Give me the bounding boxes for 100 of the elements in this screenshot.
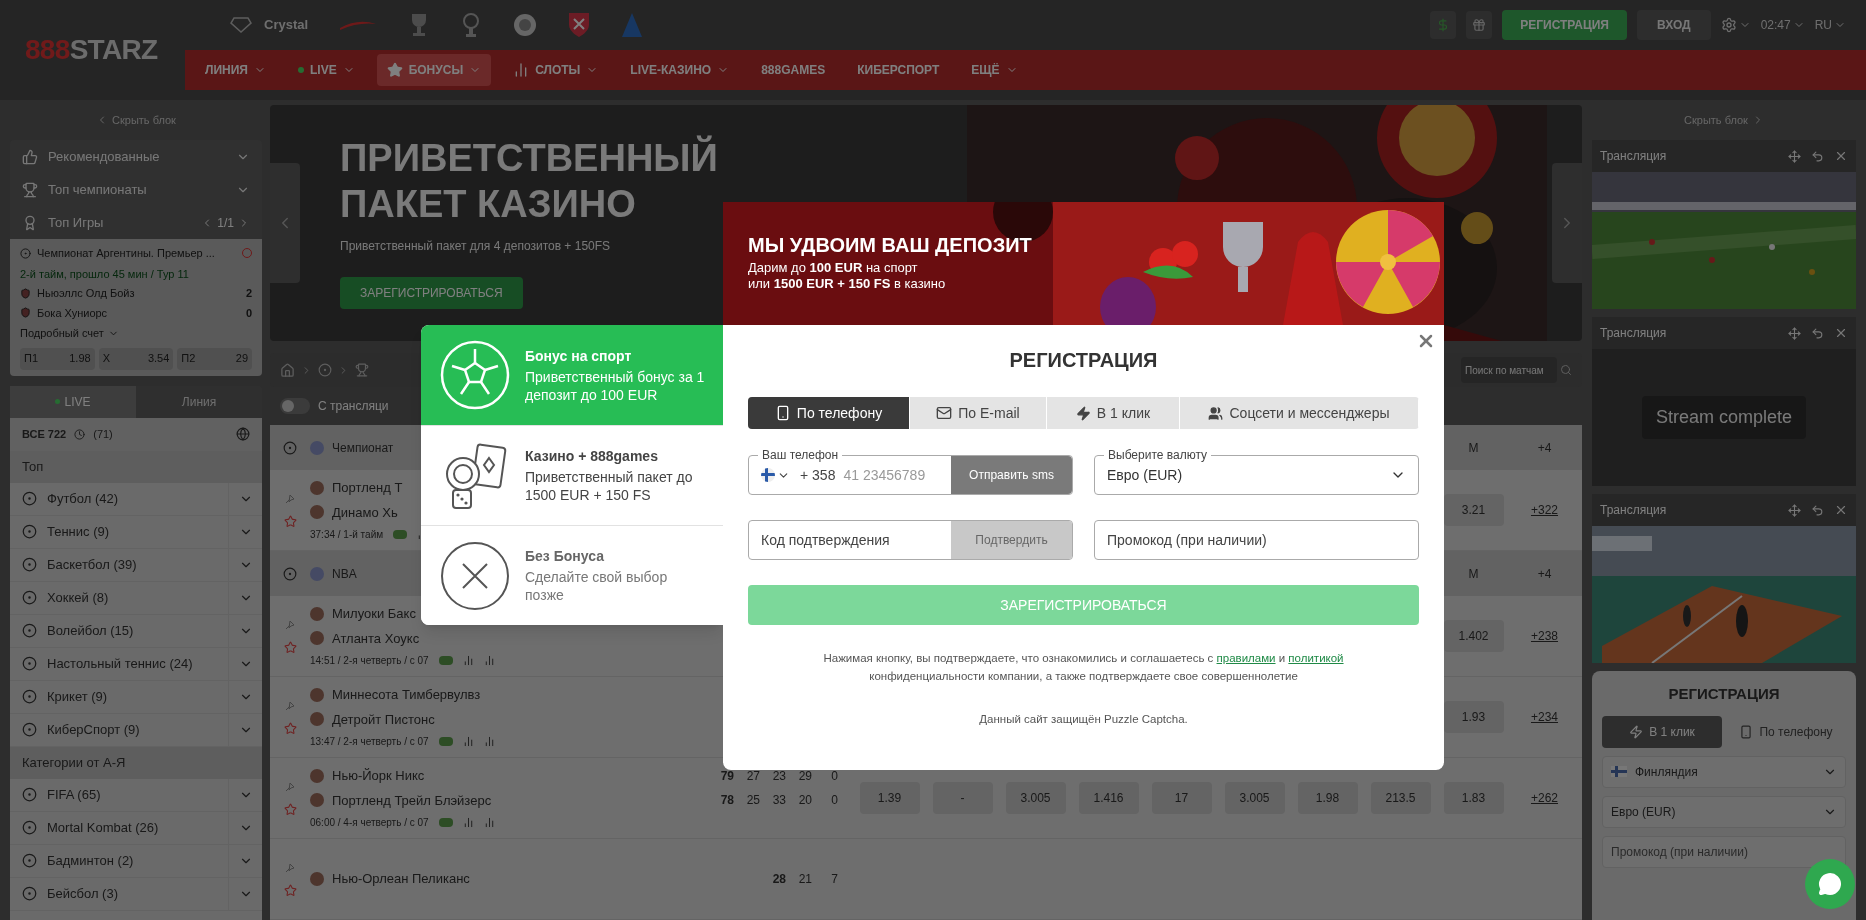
send-sms-button[interactable]: Отправить sms — [951, 456, 1072, 494]
time-select[interactable]: 02:47 — [1760, 16, 1805, 34]
country-code-select[interactable] — [761, 468, 790, 482]
phone-input[interactable]: 41 23456789 — [843, 464, 944, 486]
undo-icon[interactable] — [1811, 149, 1824, 163]
registration-method-tab[interactable]: Соцсети и мессенджеры — [1180, 397, 1419, 429]
trophy-icon[interactable] — [355, 363, 369, 378]
close-icon[interactable] — [1834, 503, 1848, 517]
sidebar-tab[interactable]: Линия — [136, 385, 262, 418]
nav-item[interactable]: ЕЩЁ — [961, 54, 1028, 86]
odds-button[interactable]: 17 — [1151, 782, 1212, 814]
stats-icon[interactable] — [483, 817, 495, 828]
favorite-star-icon[interactable] — [283, 514, 297, 528]
odds-button[interactable]: X 3.54 — [98, 347, 174, 370]
odds-button[interactable]: П2 29 — [177, 347, 252, 370]
nav-item[interactable]: СЛОТЫ — [503, 54, 609, 86]
globe-icon[interactable] — [236, 427, 250, 441]
favorite-star-icon[interactable] — [283, 883, 297, 897]
bonus-option[interactable]: Бонус на спорт Приветственный бонус за 1 депозит до 100 EUR — [421, 325, 723, 425]
sport-item[interactable]: Бадминтон (2) — [10, 844, 228, 877]
league-name[interactable]: NBA — [332, 564, 357, 583]
confirm-button[interactable]: Подтвердить — [951, 521, 1072, 559]
pin-icon[interactable] — [284, 861, 296, 874]
stats-icon[interactable] — [462, 655, 474, 666]
undo-icon[interactable] — [1811, 326, 1824, 340]
promo-code-field[interactable]: Промокод (при наличии) — [1094, 520, 1419, 560]
close-icon[interactable] — [1834, 149, 1848, 163]
favorite-star-icon[interactable] — [283, 802, 297, 816]
registration-method-tab[interactable]: По телефону — [748, 397, 910, 429]
sidebar-menu-item[interactable]: Топ чемпионаты — [10, 173, 262, 206]
nav-item[interactable]: LIVE — [287, 54, 365, 86]
team-name[interactable]: Детройт Пистонс — [332, 709, 435, 729]
more-bets-link[interactable]: +262 — [1531, 789, 1558, 807]
promo-code-field[interactable]: Промокод (при наличии) — [1602, 835, 1846, 868]
settings-button[interactable] — [1720, 17, 1751, 33]
favorite-star-icon[interactable] — [283, 721, 297, 735]
more-bets-link[interactable]: +322 — [1531, 501, 1558, 519]
odds-button[interactable]: П1 1.98 — [20, 347, 95, 370]
move-icon[interactable] — [1788, 503, 1801, 517]
odds-button[interactable]: 1.416 — [1078, 782, 1139, 814]
stats-icon[interactable] — [483, 655, 495, 666]
stats-icon[interactable] — [483, 736, 495, 747]
odds-button[interactable]: 1.402 — [1443, 620, 1504, 652]
sport-item[interactable]: Хоккей (8) — [10, 581, 228, 614]
terms-link[interactable]: правилами — [1216, 652, 1276, 664]
registration-method-tab[interactable]: В 1 клик — [1047, 397, 1180, 429]
bonus-option[interactable]: Без Бонуса Сделайте свой выбор позже — [421, 525, 723, 625]
sidebar-menu-item[interactable]: Топ Игры 1/1 — [10, 206, 262, 239]
sport-item[interactable]: Крикет (9) — [10, 680, 228, 713]
team-name[interactable]: Нью-Орлеан Пеликанс — [332, 869, 470, 889]
crystal-link[interactable]: Crystal — [264, 15, 309, 35]
registration-tab[interactable]: В 1 клик — [1602, 715, 1722, 748]
language-select[interactable]: RU — [1814, 16, 1846, 34]
move-icon[interactable] — [1788, 149, 1801, 163]
sport-item[interactable]: Баскетбол (39) — [10, 548, 228, 581]
pin-icon[interactable] — [284, 618, 296, 631]
more-bets-link[interactable]: +238 — [1531, 627, 1558, 645]
sidebar-menu-item[interactable]: Рекомендованные — [10, 140, 262, 173]
nav-item[interactable]: КИБЕРСПОРТ — [847, 54, 950, 86]
sport-item[interactable]: Бейсбол (3) — [10, 877, 228, 910]
logo[interactable]: 888STARZ — [25, 29, 158, 71]
team-name[interactable]: Миннесота Тимбервулвз — [332, 685, 481, 705]
confirmation-code-field[interactable]: Код подтверждения Подтвердить — [748, 520, 1073, 560]
team-name[interactable]: Динамо Хь — [332, 502, 398, 522]
sport-item[interactable]: Mortal Kombat (26) — [10, 811, 228, 844]
registration-tab[interactable]: По телефону — [1726, 715, 1846, 748]
more-bets-link[interactable]: +234 — [1531, 708, 1558, 726]
match-card[interactable]: Чемпионат Аргентины. Премьер ... 2-й тайм, прошло 45 мин / Тур 11 Ньюэллс Олд Бойз 2 Бока Хуниорс 0 Подробный счет П1 1.98 X 3.54 П2 29 — [10, 239, 262, 376]
nav-item[interactable]: 888GAMES — [751, 54, 836, 86]
team-name[interactable]: Атланта Хоукс — [332, 628, 420, 648]
country-select[interactable]: Финляндия — [1602, 755, 1846, 788]
team-name[interactable]: Нью-Йорк Никс — [332, 766, 425, 786]
team-name[interactable]: Милуоки Бакс — [332, 604, 416, 624]
close-icon[interactable] — [1834, 326, 1848, 340]
home-icon[interactable] — [280, 362, 295, 378]
move-icon[interactable] — [1788, 326, 1801, 340]
sport-item[interactable]: Настольный теннис (24) — [10, 647, 228, 680]
terms-link[interactable]: политикой — [1288, 652, 1344, 664]
stats-icon[interactable] — [462, 817, 474, 828]
odds-button[interactable]: - — [932, 782, 993, 814]
league-name[interactable]: Чемпионат — [332, 438, 394, 457]
stream-toggle[interactable] — [280, 398, 310, 415]
team-name[interactable]: Портленд Т — [332, 478, 403, 498]
odds-button[interactable]: 1.39 — [859, 782, 920, 814]
stats-icon[interactable] — [462, 736, 474, 747]
odds-button[interactable]: 3.005 — [1005, 782, 1066, 814]
odds-button[interactable]: 1.83 — [1443, 782, 1504, 814]
sport-item[interactable]: Волейбол (15) — [10, 614, 228, 647]
undo-icon[interactable] — [1811, 503, 1824, 517]
sport-item[interactable]: КиберСпорт (9) — [10, 713, 228, 746]
nav-item[interactable]: БОНУСЫ — [376, 54, 492, 86]
bonus-option[interactable]: Казино + 888games Приветственный пакет до 1500 EUR + 150 FS — [421, 425, 723, 525]
team-name[interactable]: Портленд Трейл Блэйзерс — [332, 790, 492, 810]
crest-icon[interactable] — [512, 12, 539, 38]
odds-button[interactable]: 3.005 — [1224, 782, 1285, 814]
pin-icon[interactable] — [284, 492, 296, 505]
currency-select[interactable]: Евро (EUR) — [1602, 795, 1846, 828]
registration-method-tab[interactable]: По E-mail — [910, 397, 1047, 429]
currency-button[interactable] — [1430, 11, 1457, 39]
search-icon[interactable] — [1560, 364, 1572, 377]
